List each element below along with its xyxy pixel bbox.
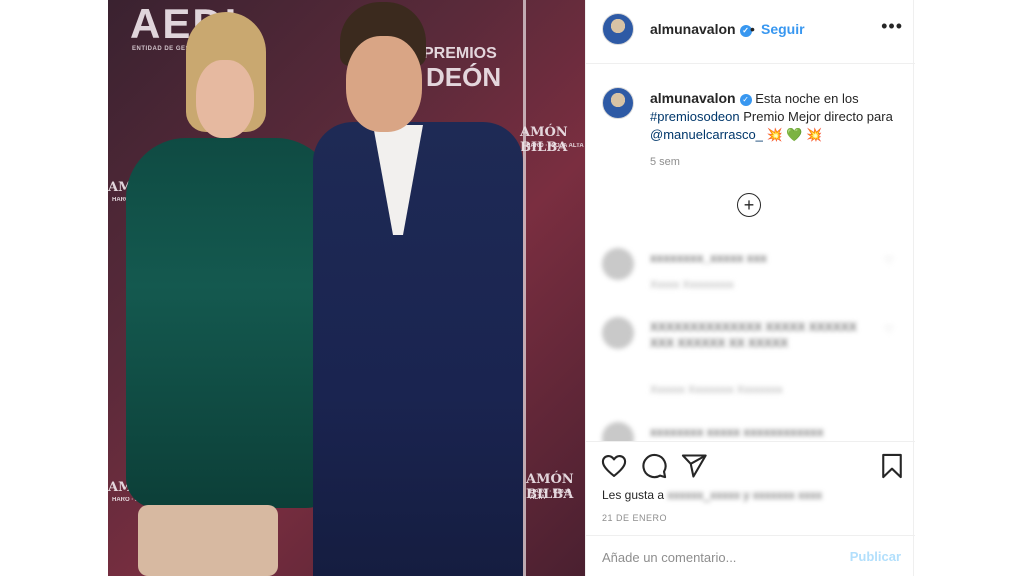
comment-meta[interactable]: Xxxxxx Xxxxxxxx Xxxxxxxx [650,384,783,396]
collision-emoji-icon: 💥 [766,127,783,142]
woman-face [196,60,254,138]
post-side-panel: almunavalon ✓ • Seguir ••• almunavalon ✓ E… [585,0,915,576]
caption-username[interactable]: almunavalon [650,90,736,106]
commenter-avatar[interactable] [602,317,634,349]
comment-text: xxxxxxxx_xxxxx xxx [650,251,767,265]
green-heart-emoji-icon: 💚 [786,127,803,142]
backdrop-logo-premios: PREMIOS [423,45,497,62]
likes-summary[interactable]: Les gusta a xxxxxx_xxxxx y xxxxxxx xxxx [602,488,822,502]
caption-author-avatar[interactable] [602,87,634,119]
header-separator: • [750,21,755,37]
caption-text: almunavalon ✓ Esta noche en los #premioso… [650,89,900,144]
backdrop-panel-seam [523,0,526,576]
post-date[interactable]: 21 DE ENERO [602,513,667,523]
man-face [346,36,422,132]
likes-names[interactable]: xxxxxx_xxxxx y xxxxxxx xxxx [667,488,822,502]
commenter-avatar[interactable] [602,422,634,441]
heart-outline-icon[interactable] [600,452,628,480]
backdrop-logo-ramon-bilbao-sub: HARO · RIOJA ALTA [530,489,572,501]
caption-text-part-2: Premio Mejor directo para [743,109,893,124]
comment-meta[interactable]: Xxxxx Xxxxxxxxx [650,279,734,291]
caption-hashtag-link[interactable]: #premiosodeon [650,109,740,124]
comments-section[interactable]: almunavalon ✓ Esta noche en los #premioso… [586,65,915,441]
likes-prefix: Les gusta a [602,488,665,502]
backdrop-logo-odeon: DEÓN [426,62,502,92]
comment-text: xxxxxxxx xxxxx xxxxxxxxxxxx [650,425,824,439]
caption-mention-link[interactable]: @manuelcarrasco_ [650,127,763,142]
post-header: almunavalon ✓ • Seguir ••• [586,0,915,64]
commenter-avatar[interactable] [602,248,634,280]
comment-input[interactable] [602,546,832,568]
paper-plane-icon[interactable] [680,452,708,480]
man-navy-suit [313,122,523,576]
comment-item: xxxxxxxx xxxxx xxxxxxxxxxxx [602,422,902,441]
author-avatar[interactable] [602,13,634,45]
collision-emoji-icon: 💥 [806,127,823,142]
caption-timestamp[interactable]: 5 sem [650,156,680,168]
load-more-comments-button[interactable]: + [737,193,761,217]
follow-button[interactable]: Seguir [761,21,805,37]
comment-like-icon[interactable]: ♡ [884,254,894,267]
post-actions: Les gusta a xxxxxx_xxxxx y xxxxxxx xxxx … [586,441,915,535]
backdrop-logo-ramon-bilbao: AMÓN BILBA [520,125,568,155]
comment-bubble-icon[interactable] [640,452,668,480]
woman-boots [138,505,278,576]
comment-text: XXXXXXXXXXXXXX XXXXX XXXXXX XXX XXXXXX X… [650,320,857,350]
backdrop-logo-ramon-bilbao-sub: HARO · RIOJA ALTA [526,143,584,149]
comment-item: XXXXXXXXXXXXXX XXXXX XXXXXX XXX XXXXXX X… [602,317,902,397]
verified-badge-icon: ✓ [739,94,752,106]
add-comment-bar: Publicar [586,535,915,576]
bookmark-icon[interactable] [878,452,906,480]
caption-text-part-1: Esta noche en los [755,91,859,106]
instagram-post-view: AEDI ENTIDAD DE GESTIÓN DE ... PREMIOS D… [0,0,1024,576]
more-options-icon[interactable]: ••• [881,16,903,37]
publish-comment-button[interactable]: Publicar [850,549,901,564]
author-username[interactable]: almunavalon ✓ [650,21,752,37]
woman-green-dress [126,138,336,508]
author-username-text[interactable]: almunavalon [650,21,736,37]
comment-like-icon[interactable]: ♡ [884,323,894,336]
comment-item: xxxxxxxx_xxxxx xxx Xxxxx Xxxxxxxxx ♡ [602,248,902,298]
post-photo[interactable]: AEDI ENTIDAD DE GESTIÓN DE ... PREMIOS D… [108,0,585,576]
